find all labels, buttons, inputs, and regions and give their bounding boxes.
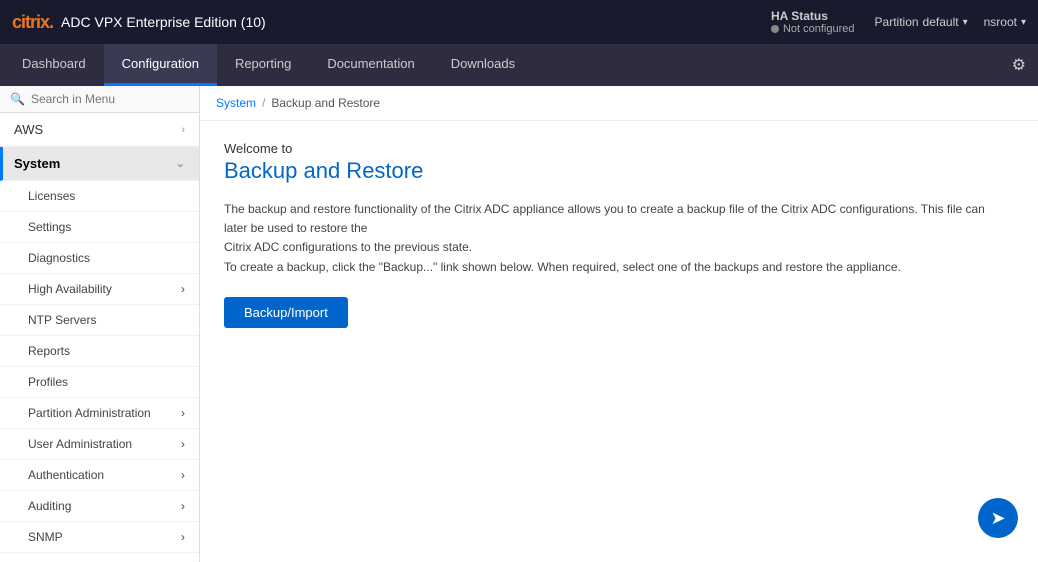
partition-label: Partition [875,15,919,29]
sidebar-item-partition-admin[interactable]: Partition Administration › [0,398,199,429]
breadcrumb-current: Backup and Restore [271,96,380,110]
app-title: ADC VPX Enterprise Edition (10) [61,14,266,30]
sidebar-item-label: AWS [14,122,181,137]
chevron-right-icon: › [181,282,185,296]
ha-status: HA Status Not configured [771,9,855,35]
nav-configuration[interactable]: Configuration [104,44,217,86]
sidebar-item-label: Authentication [28,468,104,482]
chevron-right-icon: › [181,124,185,136]
citrix-logo: citrix. [12,12,53,33]
description-line3: To create a backup, click the "Backup...… [224,260,901,274]
chevron-down-icon: ▾ [1021,17,1026,28]
sidebar-item-authentication[interactable]: Authentication › [0,460,199,491]
search-box[interactable]: 🔍 [0,86,199,113]
partition-button[interactable]: Partition default ▾ [875,15,968,29]
nav-dashboard[interactable]: Dashboard [4,44,104,86]
ha-status-label: HA Status [771,9,828,23]
topbar: citrix. ADC VPX Enterprise Edition (10) … [0,0,1038,44]
sidebar-item-snmp[interactable]: SNMP › [0,522,199,553]
sidebar-item-label: User Administration [28,437,132,451]
breadcrumb-separator: / [262,96,265,110]
sidebar-item-settings[interactable]: Settings [0,212,199,243]
sidebar-item-label: Settings [28,220,71,234]
sidebar-item-system[interactable]: System ⌄ [0,147,199,181]
description-line2: Citrix ADC configurations to the previou… [224,240,472,254]
user-menu-button[interactable]: nsroot ▾ [984,15,1026,29]
sidebar-item-profiles[interactable]: Profiles [0,367,199,398]
ha-dot-icon [771,25,779,33]
nav-reporting[interactable]: Reporting [217,44,309,86]
sidebar-item-label: Auditing [28,499,71,513]
settings-icon[interactable]: ⚙ [1012,55,1026,75]
page-content: Welcome to Backup and Restore The backup… [200,121,1038,348]
username-label: nsroot [984,15,1017,29]
welcome-label: Welcome to [224,141,1014,156]
chevron-down-icon: ▾ [963,17,968,28]
chevron-right-icon: › [181,468,185,482]
search-input[interactable] [31,92,189,106]
sidebar-item-user-admin[interactable]: User Administration › [0,429,199,460]
partition-value: default [923,15,959,29]
sidebar-item-auditing[interactable]: Auditing › [0,491,199,522]
chevron-right-icon: › [181,499,185,513]
sidebar-item-label: Licenses [28,189,75,203]
breadcrumb: System / Backup and Restore [200,86,1038,121]
sidebar: 🔍 AWS › System ⌄ Licenses Settings Diagn… [0,86,200,562]
search-icon: 🔍 [10,92,25,106]
topbar-right: HA Status Not configured Partition defau… [771,9,1026,35]
brand-area: citrix. ADC VPX Enterprise Edition (10) [12,12,266,33]
content-area: System / Backup and Restore Welcome to B… [200,86,1038,562]
sidebar-item-aws[interactable]: AWS › [0,113,199,147]
sidebar-item-label: High Availability [28,282,112,296]
breadcrumb-parent[interactable]: System [216,96,256,110]
backup-import-button[interactable]: Backup/Import [224,297,348,328]
nav-documentation[interactable]: Documentation [309,44,432,86]
fab-button[interactable]: ➤ [978,498,1018,538]
sidebar-item-high-availability[interactable]: High Availability › [0,274,199,305]
page-title: Backup and Restore [224,158,1014,184]
sidebar-item-label: SNMP [28,530,63,544]
sidebar-item-reports[interactable]: Reports [0,336,199,367]
navigate-icon: ➤ [990,508,1005,529]
chevron-right-icon: › [181,437,185,451]
sidebar-item-label: Reports [28,344,70,358]
sidebar-item-ntp-servers[interactable]: NTP Servers [0,305,199,336]
sidebar-item-label: NTP Servers [28,313,96,327]
chevron-right-icon: › [181,406,185,420]
chevron-down-icon: ⌄ [176,157,185,170]
description-line1: The backup and restore functionality of … [224,202,985,235]
description: The backup and restore functionality of … [224,200,1004,277]
sidebar-item-label: Diagnostics [28,251,90,265]
sidebar-item-appflow[interactable]: AppFlow ⚠ › [0,553,199,562]
sidebar-item-label: Partition Administration [28,406,151,420]
navbar: Dashboard Configuration Reporting Docume… [0,44,1038,86]
sidebar-item-licenses[interactable]: Licenses [0,181,199,212]
nav-downloads[interactable]: Downloads [433,44,533,86]
sidebar-item-label: Profiles [28,375,68,389]
ha-status-value: Not configured [771,23,855,35]
sidebar-item-label: System [14,156,176,171]
sidebar-item-diagnostics[interactable]: Diagnostics [0,243,199,274]
chevron-right-icon: › [181,530,185,544]
main-layout: 🔍 AWS › System ⌄ Licenses Settings Diagn… [0,86,1038,562]
